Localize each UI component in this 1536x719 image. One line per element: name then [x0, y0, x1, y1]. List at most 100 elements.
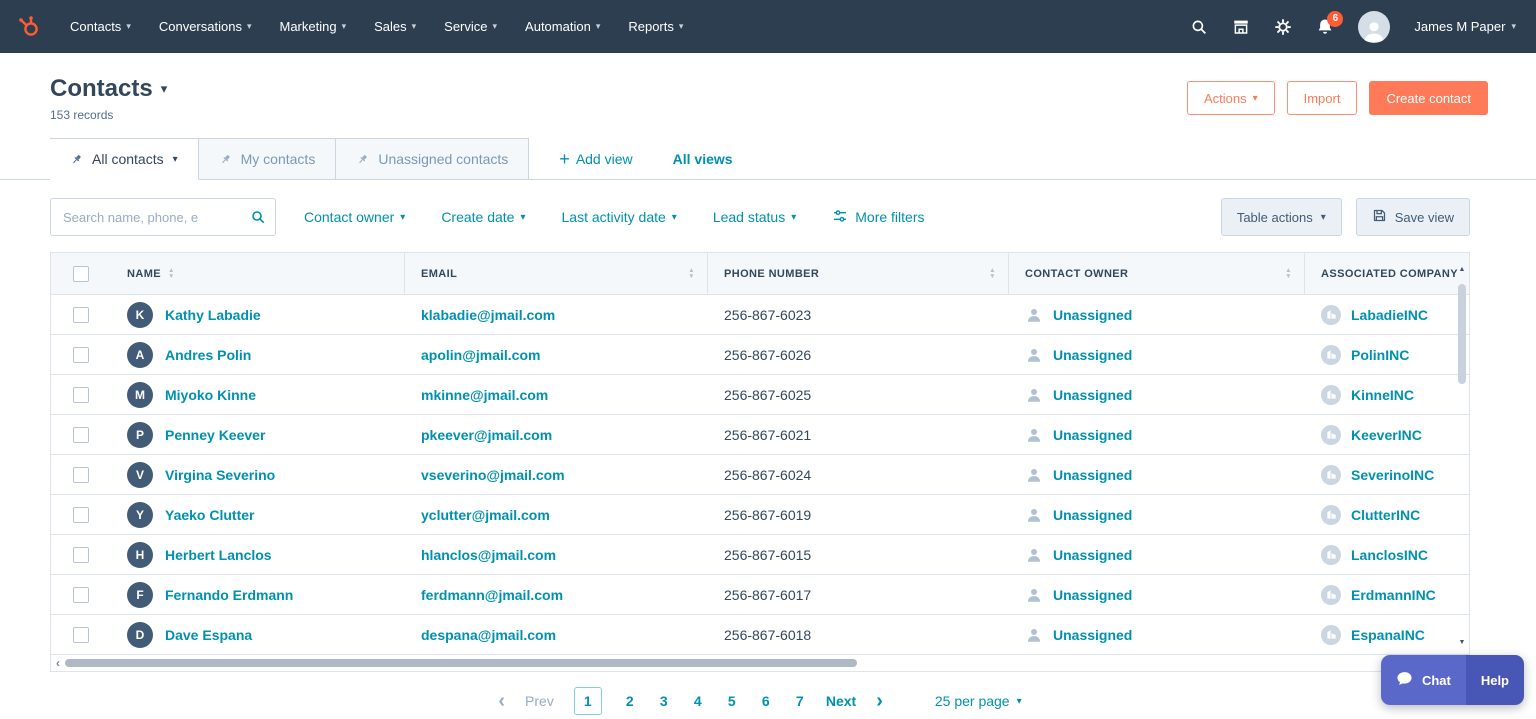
table-row[interactable]: K Kathy Labadie klabadie@jmail.com 256-8… [51, 295, 1469, 335]
row-checkbox[interactable] [73, 466, 89, 483]
table-row[interactable]: M Miyoko Kinne mkinne@jmail.com 256-867-… [51, 375, 1469, 415]
filter-dropdown[interactable]: Contact owner [304, 209, 405, 225]
contact-name-link[interactable]: Penney Keever [165, 427, 265, 443]
column-header-name[interactable]: NAME [111, 253, 405, 294]
prev-page-chevron-icon[interactable] [498, 691, 505, 711]
user-menu[interactable]: James M Paper [1414, 19, 1516, 34]
contact-name-link[interactable]: Fernando Erdmann [165, 587, 293, 603]
contact-owner-link[interactable]: Unassigned [1053, 467, 1132, 483]
nav-item[interactable]: Service [430, 0, 511, 53]
sort-icon[interactable] [688, 268, 695, 280]
column-header-owner[interactable]: CONTACT OWNER [1009, 253, 1305, 294]
page-number[interactable]: 2 [624, 693, 636, 709]
import-button[interactable]: Import [1286, 81, 1358, 115]
table-actions-button[interactable]: Table actions [1220, 198, 1342, 236]
next-page-button[interactable]: Next [826, 693, 856, 709]
more-filters-button[interactable]: More filters [832, 208, 924, 227]
view-tab[interactable]: Unassigned contacts [336, 138, 530, 180]
create-contact-button[interactable]: Create contact [1369, 81, 1488, 115]
prev-page-button[interactable]: Prev [525, 693, 554, 709]
row-checkbox[interactable] [73, 346, 89, 363]
table-row[interactable]: A Andres Polin apolin@jmail.com 256-867-… [51, 335, 1469, 375]
nav-item[interactable]: Automation [511, 0, 614, 53]
table-row[interactable]: H Herbert Lanclos hlanclos@jmail.com 256… [51, 535, 1469, 575]
company-link[interactable]: ClutterINC [1351, 507, 1420, 523]
add-view-button[interactable]: Add view [559, 138, 633, 180]
sort-icon[interactable] [1285, 268, 1292, 280]
row-checkbox[interactable] [73, 586, 89, 603]
company-link[interactable]: KinneINC [1351, 387, 1414, 403]
view-tab[interactable]: All contacts [50, 138, 199, 180]
search-input[interactable] [50, 198, 276, 236]
contact-owner-link[interactable]: Unassigned [1053, 587, 1132, 603]
search-icon[interactable] [1190, 18, 1208, 36]
scroll-left-icon[interactable] [56, 657, 60, 669]
contact-email-link[interactable]: despana@jmail.com [421, 627, 556, 643]
table-row[interactable]: Y Yaeko Clutter yclutter@jmail.com 256-8… [51, 495, 1469, 535]
table-row[interactable]: P Penney Keever pkeever@jmail.com 256-86… [51, 415, 1469, 455]
contact-name-link[interactable]: Virgina Severino [165, 467, 275, 483]
contact-email-link[interactable]: apolin@jmail.com [421, 347, 540, 363]
table-row[interactable]: V Virgina Severino vseverino@jmail.com 2… [51, 455, 1469, 495]
nav-item[interactable]: Contacts [56, 0, 145, 53]
nav-item[interactable]: Reports [614, 0, 697, 53]
row-checkbox[interactable] [73, 546, 89, 563]
company-link[interactable]: EspanaINC [1351, 627, 1425, 643]
contact-owner-link[interactable]: Unassigned [1053, 347, 1132, 363]
contact-owner-link[interactable]: Unassigned [1053, 627, 1132, 643]
row-checkbox[interactable] [73, 506, 89, 523]
company-link[interactable]: KeeverINC [1351, 427, 1422, 443]
page-number[interactable]: 7 [794, 693, 806, 709]
contact-email-link[interactable]: yclutter@jmail.com [421, 507, 550, 523]
row-checkbox[interactable] [73, 386, 89, 403]
contact-name-link[interactable]: Dave Espana [165, 627, 252, 643]
page-title-dropdown[interactable]: Contacts [50, 75, 167, 103]
page-number[interactable]: 5 [726, 693, 738, 709]
next-page-chevron-icon[interactable] [876, 691, 883, 711]
per-page-dropdown[interactable]: 25 per page [935, 693, 1022, 709]
help-button[interactable]: Help [1465, 655, 1524, 705]
nav-item[interactable]: Marketing [265, 0, 360, 53]
page-number[interactable]: 4 [692, 693, 704, 709]
company-link[interactable]: SeverinoINC [1351, 467, 1434, 483]
page-number[interactable]: 3 [658, 693, 670, 709]
save-view-button[interactable]: Save view [1355, 198, 1470, 236]
contact-name-link[interactable]: Miyoko Kinne [165, 387, 256, 403]
company-link[interactable]: LanclosINC [1351, 547, 1428, 563]
table-row[interactable]: D Dave Espana despana@jmail.com 256-867-… [51, 615, 1469, 655]
contact-owner-link[interactable]: Unassigned [1053, 507, 1132, 523]
row-checkbox[interactable] [73, 626, 89, 643]
notifications-icon[interactable]: 6 [1316, 10, 1344, 36]
column-header-company[interactable]: ASSOCIATED COMPANY [1305, 253, 1469, 294]
contact-email-link[interactable]: klabadie@jmail.com [421, 307, 555, 323]
contact-email-link[interactable]: pkeever@jmail.com [421, 427, 552, 443]
contact-owner-link[interactable]: Unassigned [1053, 387, 1132, 403]
all-views-link[interactable]: All views [673, 138, 733, 180]
company-link[interactable]: LabadieINC [1351, 307, 1428, 323]
horizontal-scrollbar[interactable] [51, 655, 1469, 671]
contact-name-link[interactable]: Kathy Labadie [165, 307, 261, 323]
scroll-up-icon[interactable] [1459, 258, 1466, 276]
hubspot-logo-icon[interactable] [16, 14, 42, 40]
contact-name-link[interactable]: Yaeko Clutter [165, 507, 254, 523]
sort-icon[interactable] [989, 268, 996, 280]
chat-button[interactable]: Chat [1380, 655, 1466, 705]
page-number[interactable]: 6 [760, 693, 772, 709]
scroll-down-icon[interactable] [1459, 631, 1466, 649]
contact-owner-link[interactable]: Unassigned [1053, 547, 1132, 563]
contact-owner-link[interactable]: Unassigned [1053, 427, 1132, 443]
horizontal-scroll-thumb[interactable] [65, 659, 858, 667]
contact-email-link[interactable]: vseverino@jmail.com [421, 467, 565, 483]
row-checkbox[interactable] [73, 306, 89, 323]
company-link[interactable]: PolinINC [1351, 347, 1409, 363]
company-link[interactable]: ErdmannINC [1351, 587, 1436, 603]
contact-email-link[interactable]: ferdmann@jmail.com [421, 587, 563, 603]
contact-owner-link[interactable]: Unassigned [1053, 307, 1132, 323]
settings-icon[interactable] [1274, 18, 1292, 36]
actions-button[interactable]: Actions [1186, 81, 1275, 115]
contact-name-link[interactable]: Herbert Lanclos [165, 547, 272, 563]
contact-name-link[interactable]: Andres Polin [165, 347, 251, 363]
table-row[interactable]: F Fernando Erdmann ferdmann@jmail.com 25… [51, 575, 1469, 615]
marketplace-icon[interactable] [1232, 18, 1250, 36]
filter-dropdown[interactable]: Create date [441, 209, 525, 225]
